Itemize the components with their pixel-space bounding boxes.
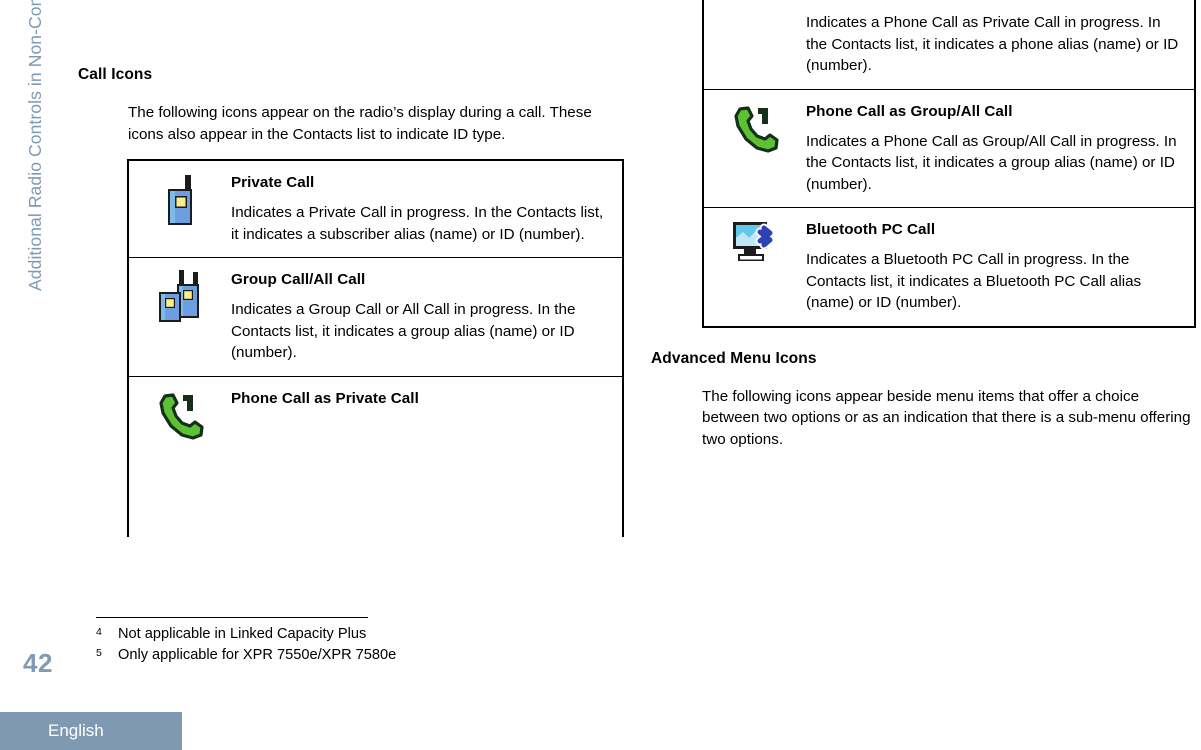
page-number: 42 [23, 648, 53, 678]
footnote-block: 4 Not applicable in Linked Capacity Plus… [96, 617, 556, 666]
group-call-two-radios-icon [153, 270, 207, 326]
call-icons-intro-paragraph: The following icons appear on the radio’… [128, 104, 592, 143]
language-tab: English [0, 712, 182, 750]
table-row: Phone Call as Private Call [129, 375, 622, 450]
entry-title: Private Call [231, 174, 315, 191]
chapter-side-tab: Additional Radio Controls in Non-Connect… [15, 0, 55, 291]
continued-text-cell: Indicates a Phone Call as Private Call i… [806, 0, 1194, 89]
phone-group-call-icon-cell [704, 88, 806, 208]
footnote-item: 4 Not applicable in Linked Capacity Plus [96, 624, 556, 645]
language-tab-label: English [48, 721, 104, 740]
call-icons-table-part2: Indicates a Phone Call as Private Call i… [702, 0, 1196, 328]
table-row: Private Call Indicates a Private Call in… [129, 161, 622, 258]
entry-description: Indicates a Bluetooth PC Call in progres… [806, 251, 1142, 311]
continued-icon-cell [704, 0, 806, 89]
phone-handset-icon [152, 389, 208, 445]
advanced-menu-icons-intro-paragraph: The following icons appear beside menu i… [702, 387, 1191, 448]
table-row: Phone Call as Group/All Call Indicates a… [704, 88, 1194, 208]
phone-handset-icon [727, 102, 783, 158]
page-title: Call Icons [78, 66, 153, 83]
entry-description: Indicates a Phone Call as Group/All Call… [806, 132, 1177, 193]
call-icons-table-part1: Private Call Indicates a Private Call in… [127, 159, 624, 537]
footnote-separator-rule [96, 617, 368, 618]
private-call-radio-icon [160, 173, 200, 229]
entry-title: Group Call/All Call [231, 271, 366, 288]
table-row: Indicates a Phone Call as Private Call i… [704, 0, 1194, 89]
private-call-text-cell: Private Call Indicates a Private Call in… [231, 161, 622, 258]
table-row: Bluetooth PC Call Indicates a Bluetooth … [704, 207, 1194, 326]
group-call-text-cell: Group Call/All Call Indicates a Group Ca… [231, 257, 622, 376]
footnote-mark: 4 [96, 626, 102, 638]
bluetooth-pc-call-icon-cell [704, 207, 806, 326]
footnote-item: 5 Only applicable for XPR 7550e/XPR 7580… [96, 645, 556, 666]
phone-private-call-text-cell: Phone Call as Private Call [231, 375, 622, 450]
footnote-text: Not applicable in Linked Capacity Plus [118, 626, 367, 642]
entry-description: Indicates a Group Call or All Call in pr… [231, 301, 576, 361]
bluetooth-pc-monitor-icon [730, 220, 780, 266]
table-row: Group Call/All Call Indicates a Group Ca… [129, 257, 622, 376]
chapter-side-tab-label: Additional Radio Controls in Non-Connect… [24, 0, 45, 291]
left-column: Call Icons The following icons appear on… [78, 66, 638, 537]
entry-description: Indicates a Private Call in progress. In… [231, 204, 604, 243]
group-call-icon-cell [129, 257, 231, 376]
entry-title: Phone Call as Group/All Call [806, 102, 1013, 120]
advanced-menu-icons-heading: Advanced Menu Icons [651, 349, 817, 367]
bluetooth-pc-call-text-cell: Bluetooth PC Call Indicates a Bluetooth … [806, 207, 1194, 326]
entry-title: Bluetooth PC Call [806, 221, 936, 238]
entry-title: Phone Call as Private Call [231, 389, 419, 407]
right-column: Indicates a Phone Call as Private Call i… [650, 0, 1201, 464]
phone-private-call-icon-cell [129, 375, 231, 450]
footnote-mark: 5 [96, 647, 102, 659]
footnote-text: Only applicable for XPR 7550e/XPR 7580e [118, 647, 397, 663]
phone-group-call-text-cell: Phone Call as Group/All Call Indicates a… [806, 88, 1194, 208]
private-call-icon-cell [129, 161, 231, 258]
entry-description: Indicates a Phone Call as Private Call i… [806, 14, 1179, 74]
